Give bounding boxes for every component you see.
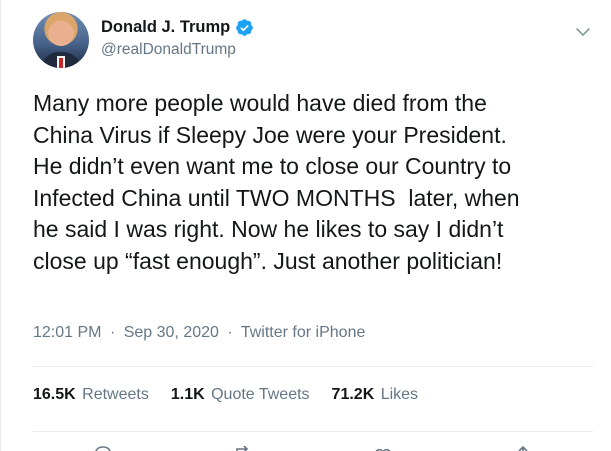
tweet-text-line: he said I was right. Now he likes to say… (33, 216, 504, 242)
verified-badge-icon (236, 18, 254, 36)
chevron-down-icon[interactable] (573, 22, 593, 42)
likes-count: 71.2K (331, 386, 375, 403)
divider (33, 366, 593, 367)
tweet-text: Many more people would have died from th… (33, 88, 593, 277)
meta-separator: · (227, 324, 233, 341)
reply-icon[interactable] (93, 446, 113, 451)
like-icon[interactable] (373, 446, 393, 451)
tweet-time[interactable]: 12:01 PM (33, 324, 101, 341)
likes-label: Likes (380, 386, 419, 403)
divider (33, 431, 593, 432)
retweets-stat[interactable]: 16.5K Retweets (33, 386, 149, 404)
quote-tweets-label: Quote Tweets (211, 386, 310, 403)
tweet-text-line: He didn’t even want me to close our Coun… (33, 153, 512, 179)
likes-stat[interactable]: 71.2K Likes (332, 386, 419, 404)
tweet-header: Donald J. Trump @realDonaldTrump (33, 12, 599, 72)
retweets-label: Retweets (82, 386, 149, 403)
tweet-date[interactable]: Sep 30, 2020 (124, 324, 219, 341)
quote-tweets-count: 1.1K (170, 386, 205, 403)
tweet-stats: 16.5K Retweets 1.1K Quote Tweets 71.2K L… (33, 386, 440, 404)
user-handle[interactable]: @realDonaldTrump (101, 41, 254, 59)
tweet-meta: 12:01 PM · Sep 30, 2020 · Twitter for iP… (33, 324, 365, 342)
avatar[interactable] (33, 12, 89, 68)
quote-tweets-stat[interactable]: 1.1K Quote Tweets (171, 386, 310, 404)
tweet-text-line: close up “fast enough”. Just another pol… (33, 247, 503, 274)
user-name-block: Donald J. Trump @realDonaldTrump (101, 16, 254, 59)
display-name[interactable]: Donald J. Trump (101, 18, 230, 37)
meta-separator: · (109, 324, 116, 341)
tweet-text-line: China Virus if Sleepy Joe were your Pres… (33, 121, 507, 148)
tweet-card: Donald J. Trump @realDonaldTrump Many mo… (0, 0, 611, 451)
tweet-text-line: Many more people would have died from th… (33, 90, 487, 116)
retweet-icon[interactable] (233, 446, 253, 451)
avatar-tie (59, 58, 63, 68)
tweet-source[interactable]: Twitter for iPhone (241, 324, 366, 341)
share-icon[interactable] (513, 446, 533, 451)
retweets-count: 16.5K (33, 386, 76, 403)
display-name-row: Donald J. Trump (101, 16, 254, 38)
tweet-text-line: Infected China until TWO MONTHS later, w… (33, 184, 520, 211)
